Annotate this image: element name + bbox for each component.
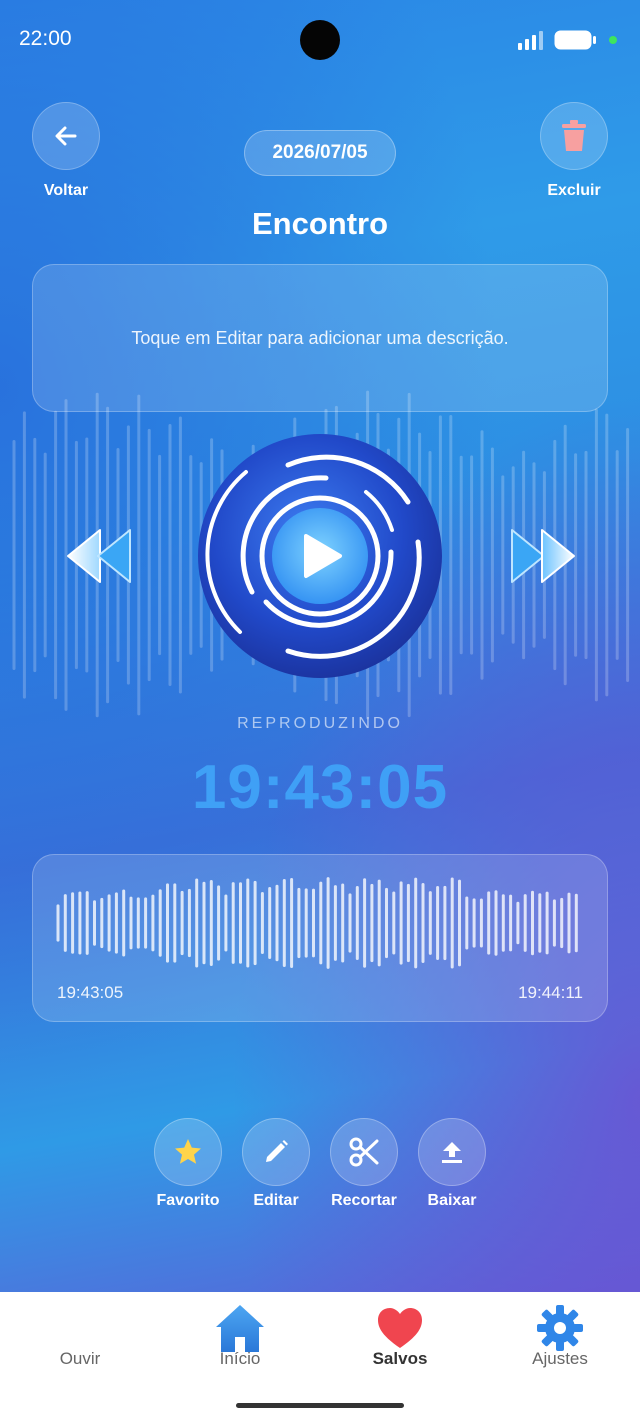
trash-icon xyxy=(562,120,586,151)
nav-label-listen: Ouvir xyxy=(59,1349,101,1368)
battery-icon xyxy=(554,30,596,50)
edit-button[interactable] xyxy=(242,1118,310,1186)
back-label[interactable]: Voltar xyxy=(26,182,106,200)
player-screen: 22:00 Voltar 2026/07/05 Excluir Encontro… xyxy=(0,0,640,1292)
range-start-time: 19:43:05 xyxy=(57,983,124,1002)
back-button[interactable] xyxy=(32,102,100,170)
waveform-card[interactable]: 19:43:05 19:44:11 xyxy=(32,854,608,1022)
current-time: 19:43:05 xyxy=(191,753,449,822)
trim-button[interactable] xyxy=(330,1118,398,1186)
nav-label-home: Início xyxy=(219,1349,261,1368)
play-button[interactable] xyxy=(196,432,444,680)
playback-status: REPRODUZINDO xyxy=(237,715,403,732)
range-end-time: 19:44:11 xyxy=(518,983,583,1002)
camera-cutout xyxy=(300,20,340,60)
signal-icon xyxy=(518,31,543,50)
waveform-icon xyxy=(56,1304,102,1352)
recording-title: Encontro xyxy=(251,206,389,241)
home-indicator xyxy=(236,1403,404,1408)
date-badge: 2026/07/05 xyxy=(244,130,396,176)
waveform-scrubber[interactable] xyxy=(53,873,589,973)
nav-item-settings[interactable]: Ajustes xyxy=(480,1292,640,1402)
nav-label-saved: Salvos xyxy=(372,1349,428,1368)
description-placeholder: Toque em Editar para adicionar uma descr… xyxy=(131,327,509,348)
status-time: 22:00 xyxy=(19,27,72,50)
pencil-icon xyxy=(266,1140,288,1162)
download-button[interactable] xyxy=(418,1118,486,1186)
star-icon xyxy=(175,1139,201,1164)
rewind-button[interactable] xyxy=(64,526,134,586)
fast-forward-button[interactable] xyxy=(508,526,578,586)
delete-button[interactable] xyxy=(540,102,608,170)
nav-item-saved[interactable]: Salvos xyxy=(320,1292,480,1402)
nav-label-settings: Ajustes xyxy=(532,1349,588,1368)
download-label: Baixar xyxy=(427,1192,477,1209)
status-bar: 22:00 xyxy=(0,0,640,80)
delete-label[interactable]: Excluir xyxy=(534,182,614,200)
arrow-left-icon xyxy=(55,126,77,146)
home-icon xyxy=(216,1305,264,1352)
upload-icon xyxy=(442,1142,462,1163)
heart-icon xyxy=(378,1308,422,1348)
gear-icon xyxy=(537,1305,583,1351)
scissors-icon xyxy=(349,1137,379,1167)
nav-item-home[interactable]: Início xyxy=(160,1292,320,1402)
nav-item-listen[interactable]: Ouvir xyxy=(0,1292,160,1402)
privacy-indicator xyxy=(609,36,617,44)
favorite-button[interactable] xyxy=(154,1118,222,1186)
